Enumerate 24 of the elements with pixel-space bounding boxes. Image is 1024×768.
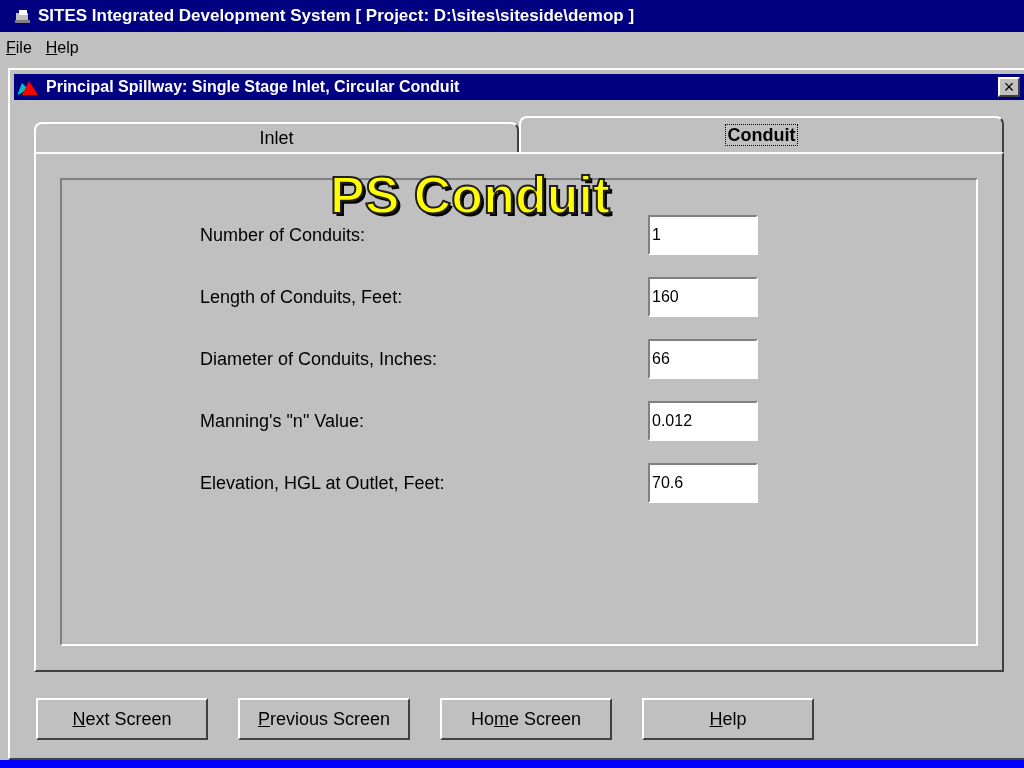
input-field[interactable]: 0.012 — [648, 401, 758, 441]
field-label: Number of Conduits: — [200, 223, 367, 247]
app-icon — [14, 8, 32, 24]
window-title: SITES Integrated Development System [ Project: D:\sites\siteside\demop ] — [38, 5, 635, 28]
field-label: Manning's "n" Value: — [200, 409, 365, 433]
dialog-button[interactable]: Home Screen — [440, 698, 612, 740]
input-field[interactable]: 70.6 — [648, 463, 758, 503]
field-label: Elevation, HGL at Outlet, Feet: — [200, 471, 446, 495]
dialog-title: Principal Spillway: Single Stage Inlet, Circular Conduit — [46, 77, 461, 97]
tab[interactable]: Conduit — [519, 116, 1004, 152]
input-field[interactable]: 160 — [648, 277, 758, 317]
dialog-button[interactable]: Help — [642, 698, 814, 740]
input-field[interactable]: 1 — [648, 215, 758, 255]
dialog-button[interactable]: Next Screen — [36, 698, 208, 740]
input-field[interactable]: 66 — [648, 339, 758, 379]
menu-item[interactable]: File — [6, 36, 32, 60]
slide-heading: PS Conduit — [330, 165, 611, 226]
menu-item[interactable]: Help — [45, 36, 79, 60]
dialog-button[interactable]: Previous Screen — [238, 698, 410, 740]
spillway-icon — [18, 79, 40, 95]
field-label: Length of Conduits, Feet: — [200, 285, 404, 309]
close-button[interactable]: × — [998, 77, 1020, 97]
tab[interactable]: Inlet — [34, 122, 519, 152]
field-label: Diameter of Conduits, Inches: — [200, 347, 439, 371]
